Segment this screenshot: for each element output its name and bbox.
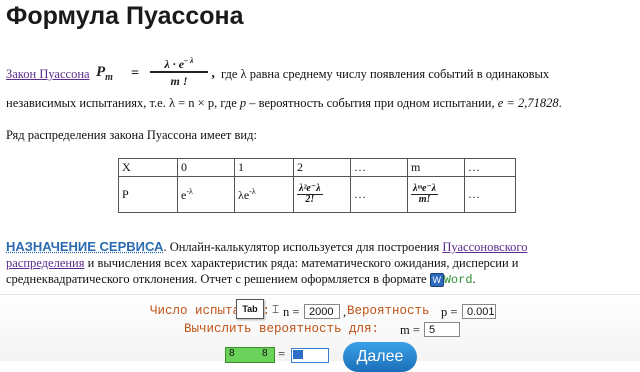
tab-key-tooltip: Tab: [236, 299, 264, 319]
table-cell: λ²e⁻λ 2!: [293, 176, 351, 213]
distribution-table: X 0 1 2 … m … P e-λ λe-λ λ²e⁻λ 2! … λᵐe⁻…: [118, 158, 516, 213]
next-button[interactable]: Далее: [343, 342, 417, 372]
formula-sub-m: m: [105, 72, 113, 83]
service-text-1: . Онлайн-калькулятор используется для по…: [163, 240, 443, 254]
intro-e-value: e = 2,71828: [497, 96, 559, 110]
table-cell: …: [350, 158, 408, 177]
service-text-4: .: [472, 272, 476, 286]
formula-comma: ,: [212, 66, 216, 81]
formula-p: P: [96, 64, 106, 80]
m-label: m =: [400, 323, 420, 337]
formula-numerator: λ · e– λ: [150, 54, 208, 73]
formula-num-sup: – λ: [184, 56, 194, 65]
fraction-m-den: m!: [418, 193, 431, 205]
word-label[interactable]: Word: [444, 273, 473, 287]
word-icon[interactable]: W: [429, 273, 444, 288]
n-label: n =: [283, 305, 300, 319]
table-row-x: X 0 1 2 … m …: [118, 158, 516, 177]
distribution-caption: Ряд распределения закона Пуассона имеет …: [6, 128, 257, 142]
table-cell: e-λ: [177, 176, 235, 213]
formula-denominator: m !: [170, 74, 188, 88]
intro-line-1: Закон Пуассона: [6, 66, 90, 82]
cell-1-sup: -λ: [249, 186, 256, 196]
m-input[interactable]: 5: [424, 322, 460, 337]
service-text-2: и вычисления всех характеристик ряда: ма…: [84, 256, 519, 270]
table-cell: 0: [177, 158, 235, 177]
text-selection: [293, 350, 303, 359]
green-field-left: 8: [229, 348, 235, 359]
table-cell: λᵐe⁻λ m!: [407, 176, 465, 213]
page-title: Формула Пуассона: [6, 2, 244, 30]
table-cell: …: [464, 158, 516, 177]
intro-line-2: независимых испытаниях, т.е. λ = n × p, …: [6, 95, 562, 111]
table-row-p: P e-λ λe-λ λ²e⁻λ 2! … λᵐe⁻λ m! …: [118, 176, 516, 213]
service-heading: НАЗНАЧЕНИЕ СЕРВИСА: [6, 239, 164, 254]
p-input[interactable]: 0.001: [462, 304, 496, 319]
cell-0-sup: -λ: [186, 186, 193, 196]
service-text-3: среднеквадратического отклонения. Отчет …: [6, 272, 430, 286]
service-line-3: среднеквадратического отклонения. Отчет …: [6, 271, 476, 288]
fraction-m: λᵐe⁻λ m!: [411, 182, 439, 205]
poisson-law-link[interactable]: Закон Пуассона: [6, 67, 90, 81]
formula-lhs: Pm: [96, 64, 113, 83]
form-comma: ,: [343, 305, 347, 319]
table-cell: …: [464, 176, 516, 213]
formula-eq: =: [131, 66, 139, 81]
calc-prob-label: Вычислить вероятность для:: [184, 322, 380, 336]
green-field[interactable]: 8 8: [225, 347, 275, 363]
service-line-2: распределения и вычисления всех характер…: [6, 255, 519, 271]
fraction-2-den: 2!: [305, 193, 315, 205]
table-cell: …: [350, 176, 408, 213]
fraction-2-num: λ²e⁻λ: [297, 182, 323, 195]
mouse-cursor-icon: ⌶: [272, 302, 280, 316]
intro-text-2a: независимых испытаниях, т.е. λ = n × p, …: [6, 96, 240, 110]
table-cell: 2: [293, 158, 351, 177]
service-line-1: НАЗНАЧЕНИЕ СЕРВИСА. Онлайн-калькулятор и…: [6, 239, 527, 255]
poisson-distribution-link-2[interactable]: распределения: [6, 256, 85, 270]
cell-1-base: λe: [238, 187, 250, 202]
table-cell: λe-λ: [234, 176, 294, 213]
n-input[interactable]: 2000: [304, 304, 340, 319]
green-field-right: 8: [262, 348, 268, 359]
poisson-distribution-link-1[interactable]: Пуассоновского: [442, 240, 527, 254]
p-label: p =: [441, 305, 458, 319]
table-cell: P: [118, 176, 178, 213]
formula-num-text: λ · e: [164, 57, 185, 71]
table-cell: m: [407, 158, 465, 177]
table-cell: X: [118, 158, 178, 177]
table-cell: 1: [234, 158, 294, 177]
intro-text-1: где λ равна среднему числу появления соб…: [221, 67, 550, 81]
intro-text-2c: – вероятность события при одном испытани…: [246, 96, 498, 110]
intro-text-2e: .: [558, 96, 562, 110]
fraction-2: λ²e⁻λ 2!: [297, 182, 323, 205]
probability-label: Вероятность: [347, 304, 430, 318]
fraction-m-num: λᵐe⁻λ: [411, 182, 439, 195]
